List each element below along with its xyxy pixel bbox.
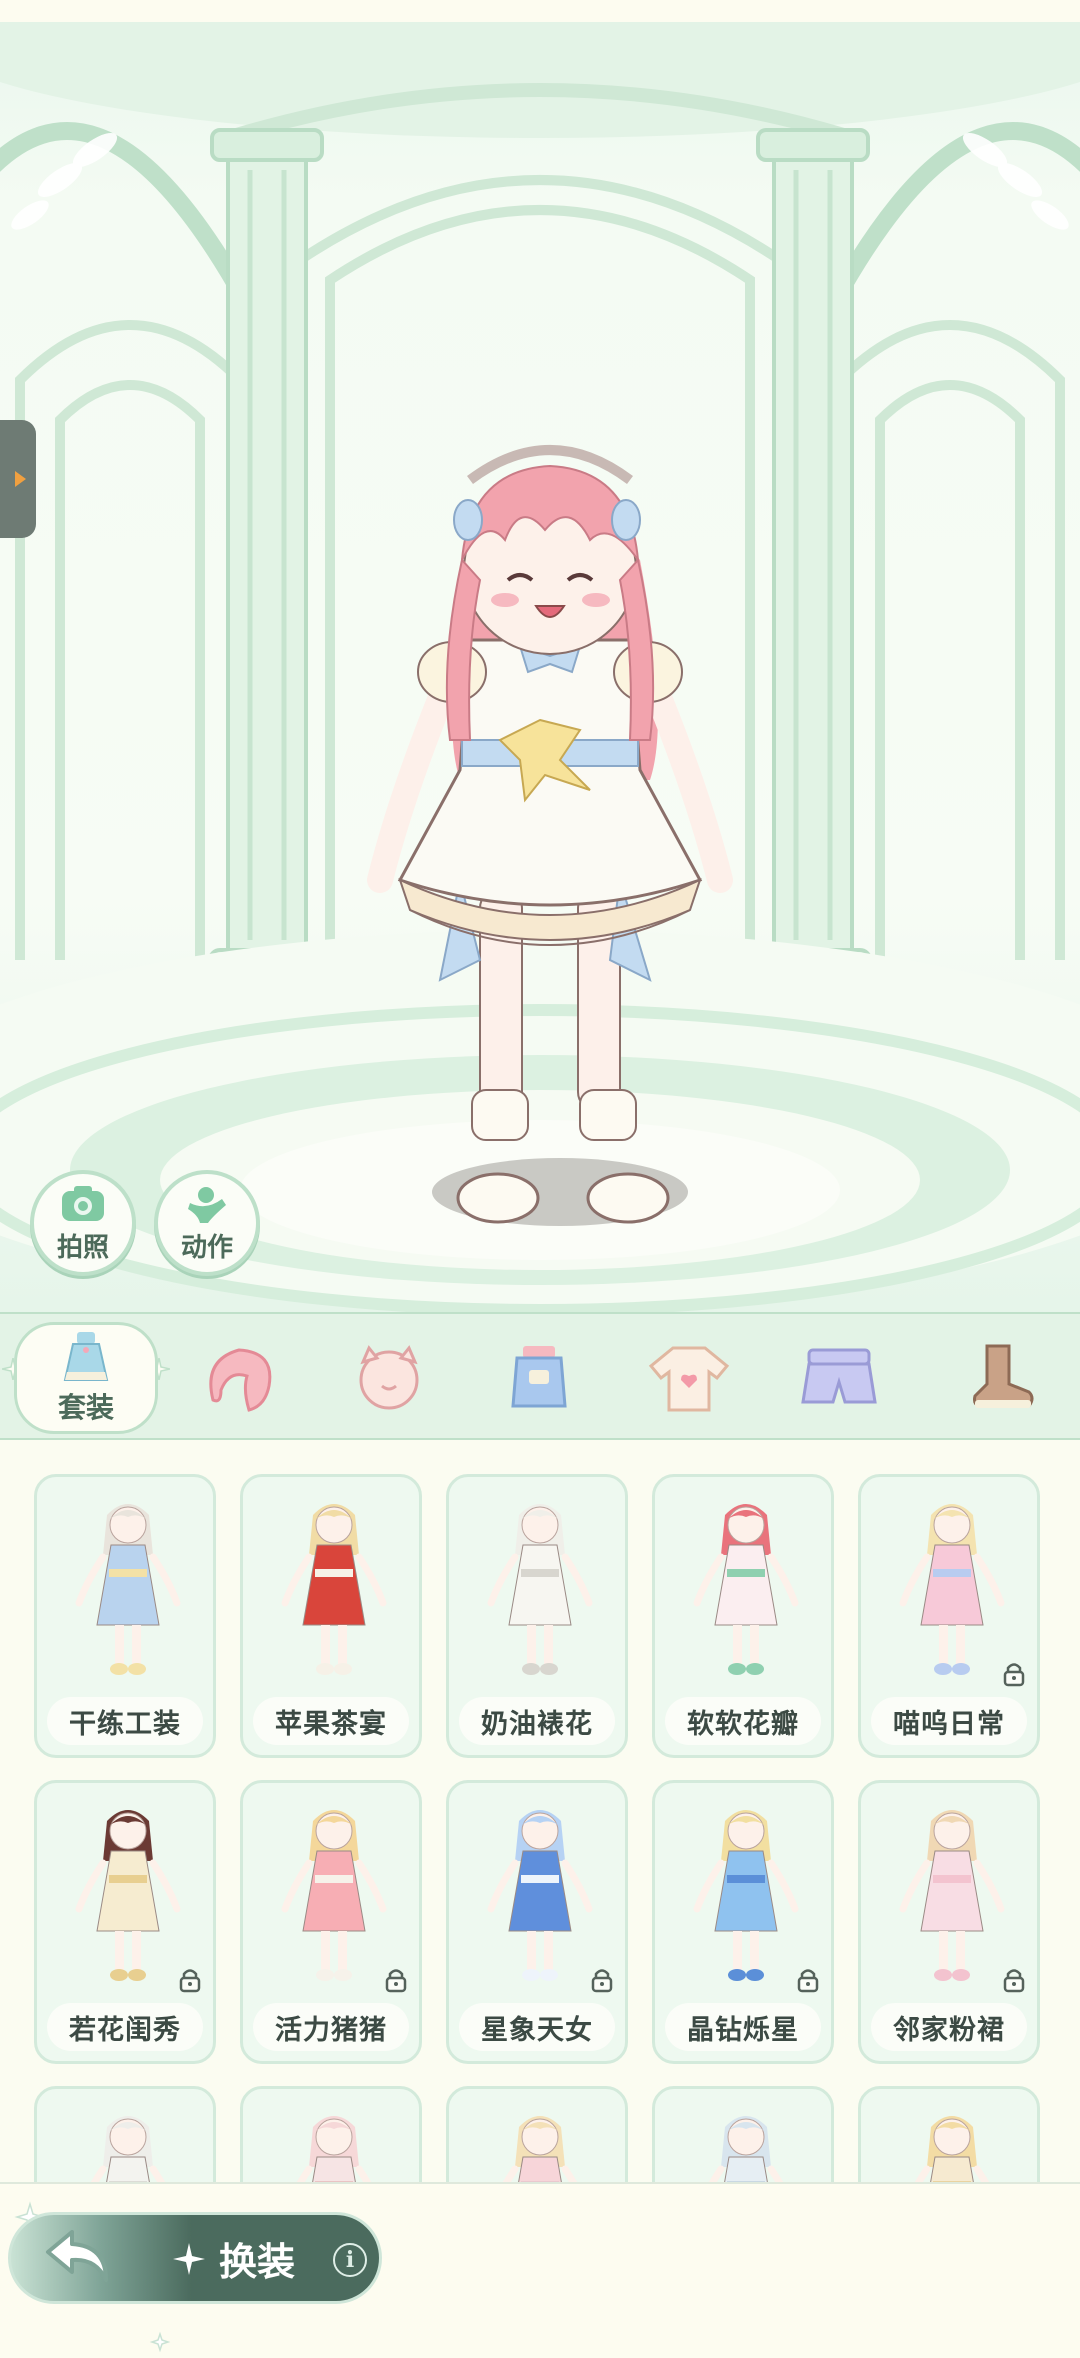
outfit-card[interactable] (34, 2086, 216, 2182)
category-bar: 套装 (0, 1312, 1080, 1440)
lock-icon (385, 1969, 407, 1993)
outfit-figure (90, 2116, 166, 2182)
lock-icon (591, 1969, 613, 1993)
category-label-outfit: 套装 (57, 1391, 114, 1424)
pose-icon (188, 1186, 226, 1223)
outfit-card[interactable]: 干练工装 (34, 1474, 216, 1758)
outfit-name: 星象天女 (459, 2003, 615, 2051)
outfit-figure (899, 1504, 1005, 1675)
outfit-figure (502, 2116, 578, 2182)
outfit-name: 干练工装 (47, 1697, 203, 1745)
expand-arrow-icon (14, 471, 26, 487)
outfit-figure (693, 1810, 799, 1981)
sparkle-icon (173, 2243, 205, 2275)
outfit-figure (899, 1810, 1005, 1981)
overalls-icon (511, 1346, 567, 1408)
outfit-card[interactable]: 苹果茶宴 (240, 1474, 422, 1758)
outfit-card[interactable]: 晶钻烁星 (652, 1780, 834, 2064)
photo-label: 拍照 (56, 1232, 109, 1263)
outfit-card[interactable]: 喵呜日常 (858, 1474, 1040, 1758)
lock-icon (1003, 1969, 1025, 1993)
outfit-card[interactable]: 若花闺秀 (34, 1780, 216, 2064)
outfit-figure (487, 1810, 593, 1981)
dress-icon (63, 1332, 109, 1381)
lock-icon (1003, 1663, 1025, 1687)
outfit-figure (281, 1504, 387, 1675)
dressup-scene: 拍照 动作 (0, 0, 1080, 1312)
palace-background (0, 0, 1080, 1312)
side-panel-toggle[interactable] (0, 420, 36, 538)
outfit-figure (296, 2116, 372, 2182)
shorts-icon (801, 1348, 877, 1404)
photo-button[interactable]: 拍照 (30, 1170, 136, 1276)
outfit-name: 晶钻烁星 (665, 2003, 821, 2051)
outfit-card[interactable] (240, 2086, 422, 2182)
outfit-name: 邻家粉裙 (871, 2003, 1027, 2051)
outfit-grid: 干练工装 苹果茶宴 奶油裱花 软软花瓣 喵呜日常若花闺秀 活力猪猪 星象天女 晶钻烁星 邻家粉裙 (0, 1440, 1080, 2182)
outfit-figure (708, 2116, 784, 2182)
outfit-figure (75, 1810, 181, 1981)
outfit-figure (281, 1810, 387, 1981)
outfit-card[interactable]: 活力猪猪 (240, 1780, 422, 2064)
tshirt-icon (648, 1346, 730, 1412)
outfit-figure (487, 1504, 593, 1675)
outfit-name: 喵呜日常 (871, 1697, 1027, 1745)
game-screen: 拍照 动作 套装 干练工装 苹果茶宴 奶油裱花 软软花瓣 喵呜日常 若花闺秀 活… (0, 0, 1080, 2358)
change-outfit-label: 换装 (219, 2240, 296, 2284)
outfit-name: 活力猪猪 (253, 2003, 409, 2051)
outfit-card[interactable]: 邻家粉裙 (858, 1780, 1040, 2064)
category-tab-shoes[interactable] (944, 1326, 1054, 1430)
outfit-card[interactable] (446, 2086, 628, 2182)
outfit-figure (914, 2116, 990, 2182)
face-icon (359, 1345, 419, 1410)
category-tab-hair[interactable] (184, 1326, 294, 1430)
action-label: 动作 (180, 1232, 233, 1263)
back-arrow-icon[interactable] (44, 2226, 114, 2286)
camera-icon (62, 1185, 104, 1221)
boot-icon (973, 1344, 1034, 1408)
category-tab-bottom[interactable] (784, 1326, 894, 1430)
outfit-name: 软软花瓣 (665, 1697, 821, 1745)
outfit-name: 苹果茶宴 (253, 1697, 409, 1745)
category-tab-dress[interactable] (484, 1326, 594, 1430)
lock-icon (797, 1969, 819, 1993)
lock-icon (179, 1969, 201, 1993)
outfit-card[interactable]: 星象天女 (446, 1780, 628, 2064)
category-tab-top[interactable] (634, 1326, 744, 1430)
outfit-card[interactable]: 奶油裱花 (446, 1474, 628, 1758)
category-tab-face[interactable] (334, 1326, 444, 1430)
outfit-name: 若花闺秀 (47, 2003, 203, 2051)
category-tab-outfit[interactable]: 套装 (14, 1322, 158, 1434)
info-icon[interactable]: i (333, 2243, 367, 2277)
hair-icon (209, 1348, 272, 1412)
outfit-name: 奶油裱花 (459, 1697, 615, 1745)
outfit-card[interactable]: 软软花瓣 (652, 1474, 834, 1758)
outfit-card[interactable] (858, 2086, 1040, 2182)
outfit-card[interactable] (652, 2086, 834, 2182)
outfit-figure (75, 1504, 181, 1675)
action-button[interactable]: 动作 (154, 1170, 260, 1276)
outfit-figure (693, 1504, 799, 1675)
bottom-bar: 换装 i (0, 2182, 1080, 2358)
